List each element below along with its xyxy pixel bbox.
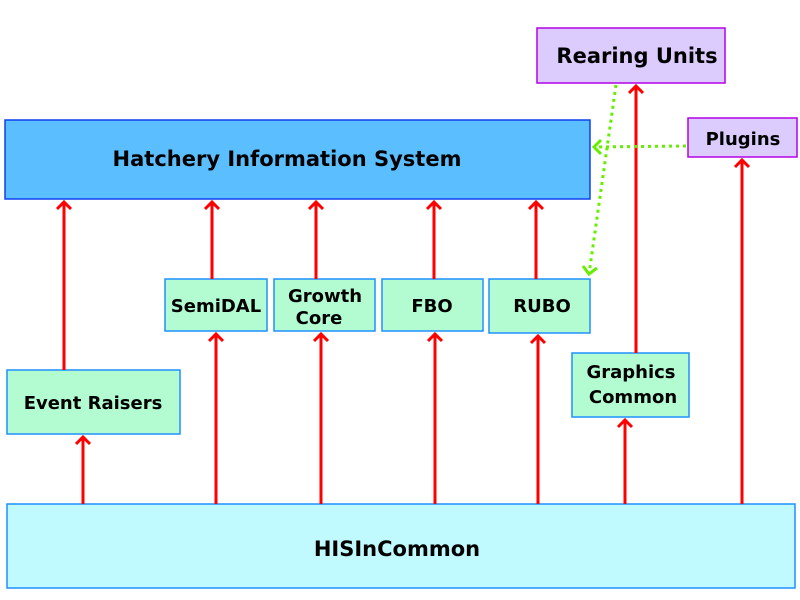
- architecture-diagram: Rearing Units Plugins Hatchery Informati…: [4, 27, 798, 589]
- node-hisincommon: HISInCommon: [6, 503, 796, 589]
- arrow-semidal-to-his: [203, 199, 221, 279]
- label-event-raisers: Event Raisers: [24, 393, 163, 414]
- arrow-growth-core-to-his: [307, 199, 325, 279]
- arrow-fbo-to-his: [425, 199, 443, 279]
- node-plugins: Plugins: [687, 117, 798, 158]
- label-rearing-units: Rearing Units: [556, 44, 717, 68]
- arrow-graphics-common-to-rearing-units: [627, 83, 645, 353]
- label-hisincommon: HISInCommon: [314, 537, 480, 561]
- arrow-common-to-growth-core: [312, 331, 330, 504]
- arrow-common-to-fbo: [426, 331, 444, 504]
- node-event-raisers: Event Raisers: [6, 369, 181, 435]
- label-fbo: FBO: [411, 296, 452, 317]
- label-rubo: RUBO: [513, 296, 571, 317]
- arrow-event-raisers-to-his: [55, 199, 73, 370]
- label-plugins: Plugins: [706, 129, 781, 150]
- label-semidal: SemiDAL: [171, 296, 261, 317]
- arrow-common-to-graphics-common: [616, 417, 634, 504]
- label-his: Hatchery Information System: [113, 147, 462, 171]
- label-core: Core: [296, 308, 343, 329]
- node-his: Hatchery Information System: [4, 119, 591, 200]
- arrow-common-to-event-raisers: [74, 434, 92, 504]
- node-fbo: FBO: [381, 278, 484, 332]
- arrow-common-to-plugins: [733, 157, 751, 504]
- label-growth: Growth: [288, 286, 362, 307]
- node-rubo: RUBO: [488, 278, 591, 334]
- arrow-common-to-rubo: [529, 333, 547, 504]
- node-semidal: SemiDAL: [164, 278, 268, 332]
- node-rearing-units: Rearing Units: [536, 27, 726, 84]
- node-growth-core: Growth Core: [273, 278, 376, 332]
- label-graphics: Graphics: [586, 362, 675, 383]
- node-graphics-common: Graphics Common: [571, 352, 690, 418]
- label-common: Common: [589, 387, 677, 408]
- arrow-rubo-to-his: [527, 199, 545, 279]
- arrow-common-to-semidal: [207, 331, 225, 504]
